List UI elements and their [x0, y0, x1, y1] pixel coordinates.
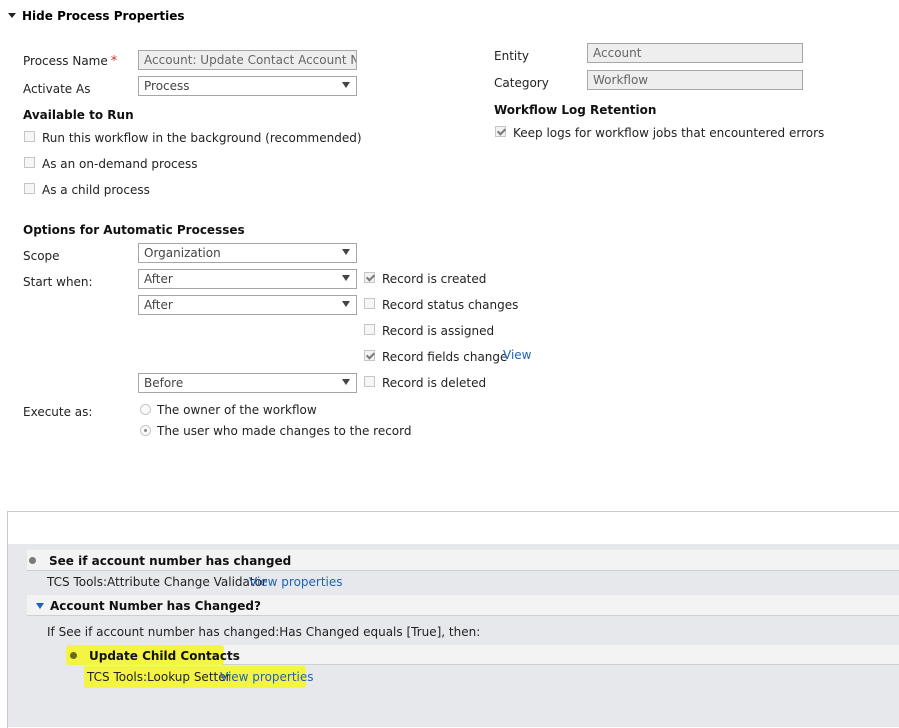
dropdown-arrow-icon — [342, 82, 350, 88]
record-deleted-timing-select[interactable]: Before — [138, 373, 357, 393]
status-change-timing-value: After — [144, 298, 173, 312]
execute-as-owner-radio[interactable] — [140, 404, 151, 415]
hide-process-properties-label: Hide Process Properties — [22, 9, 185, 23]
step2-detail: TCS Tools:Lookup Setter — [87, 670, 231, 684]
run-in-background-label: Run this workflow in the background (rec… — [42, 131, 362, 145]
keep-logs-label: Keep logs for workflow jobs that encount… — [513, 126, 825, 140]
on-demand-label: As an on-demand process — [42, 157, 198, 171]
category-label: Category — [494, 76, 549, 90]
run-in-background-checkbox[interactable] — [24, 131, 35, 142]
process-name-label: Process Name * — [23, 54, 117, 69]
condition-title: Account Number has Changed? — [50, 599, 261, 613]
dropdown-arrow-icon — [342, 379, 350, 385]
caret-down-icon — [8, 13, 16, 18]
dropdown-arrow-icon — [342, 249, 350, 255]
process-name-field[interactable]: Account: Update Contact Account Numl — [138, 50, 357, 70]
step1-detail: TCS Tools:Attribute Change Validator — [47, 575, 267, 589]
record-created-checkbox[interactable] — [364, 272, 375, 283]
log-retention-heading: Workflow Log Retention — [494, 103, 657, 117]
start-when-label: Start when: — [23, 275, 93, 289]
step1-view-properties-link[interactable]: View properties — [249, 575, 343, 589]
required-asterisk-icon: * — [110, 54, 118, 69]
entity-label: Entity — [494, 49, 530, 63]
record-fields-change-label: Record fields change — [382, 350, 508, 364]
record-created-label: Record is created — [382, 272, 487, 286]
condition-text: If See if account number has changed:Has… — [47, 625, 481, 639]
scope-label: Scope — [23, 249, 60, 263]
record-status-changes-checkbox[interactable] — [364, 298, 375, 309]
scope-value: Organization — [144, 246, 221, 260]
record-fields-change-checkbox[interactable] — [364, 350, 375, 361]
fields-view-link[interactable]: View — [503, 348, 531, 362]
activate-as-label: Activate As — [23, 82, 91, 96]
collapse-arrow-icon[interactable] — [36, 603, 44, 609]
activate-as-value: Process — [144, 79, 190, 93]
record-deleted-label: Record is deleted — [382, 376, 487, 390]
status-change-timing-select[interactable]: After — [138, 295, 357, 315]
record-assigned-checkbox[interactable] — [364, 324, 375, 335]
dropdown-arrow-icon — [342, 275, 350, 281]
record-created-timing-value: After — [144, 272, 173, 286]
step-bullet-icon — [29, 557, 36, 564]
record-created-timing-select[interactable]: After — [138, 269, 357, 289]
available-to-run-heading: Available to Run — [23, 108, 134, 122]
step2-view-properties-link[interactable]: View properties — [220, 670, 314, 684]
record-deleted-checkbox[interactable] — [364, 376, 375, 387]
process-name-text: Process Name — [23, 54, 108, 68]
step-bullet-icon — [70, 652, 77, 659]
record-assigned-label: Record is assigned — [382, 324, 495, 338]
child-process-checkbox[interactable] — [24, 183, 35, 194]
execute-as-user-label: The user who made changes to the record — [157, 424, 412, 438]
step2-title: Update Child Contacts — [89, 649, 240, 663]
execute-as-user-radio[interactable] — [140, 425, 151, 436]
execute-as-label: Execute as: — [23, 405, 93, 419]
step1-title: See if account number has changed — [49, 554, 292, 568]
entity-field[interactable]: Account — [587, 43, 803, 63]
category-field[interactable]: Workflow — [587, 70, 803, 90]
keep-logs-checkbox[interactable] — [495, 126, 506, 137]
execute-as-owner-label: The owner of the workflow — [157, 403, 317, 417]
activate-as-select[interactable]: Process — [138, 76, 357, 96]
on-demand-checkbox[interactable] — [24, 157, 35, 168]
hide-process-properties-toggle[interactable]: Hide Process Properties — [8, 9, 184, 23]
child-process-label: As a child process — [42, 183, 150, 197]
record-deleted-timing-value: Before — [144, 376, 184, 390]
scope-select[interactable]: Organization — [138, 243, 357, 263]
record-status-changes-label: Record status changes — [382, 298, 519, 312]
automatic-options-heading: Options for Automatic Processes — [23, 223, 245, 237]
dropdown-arrow-icon — [342, 301, 350, 307]
